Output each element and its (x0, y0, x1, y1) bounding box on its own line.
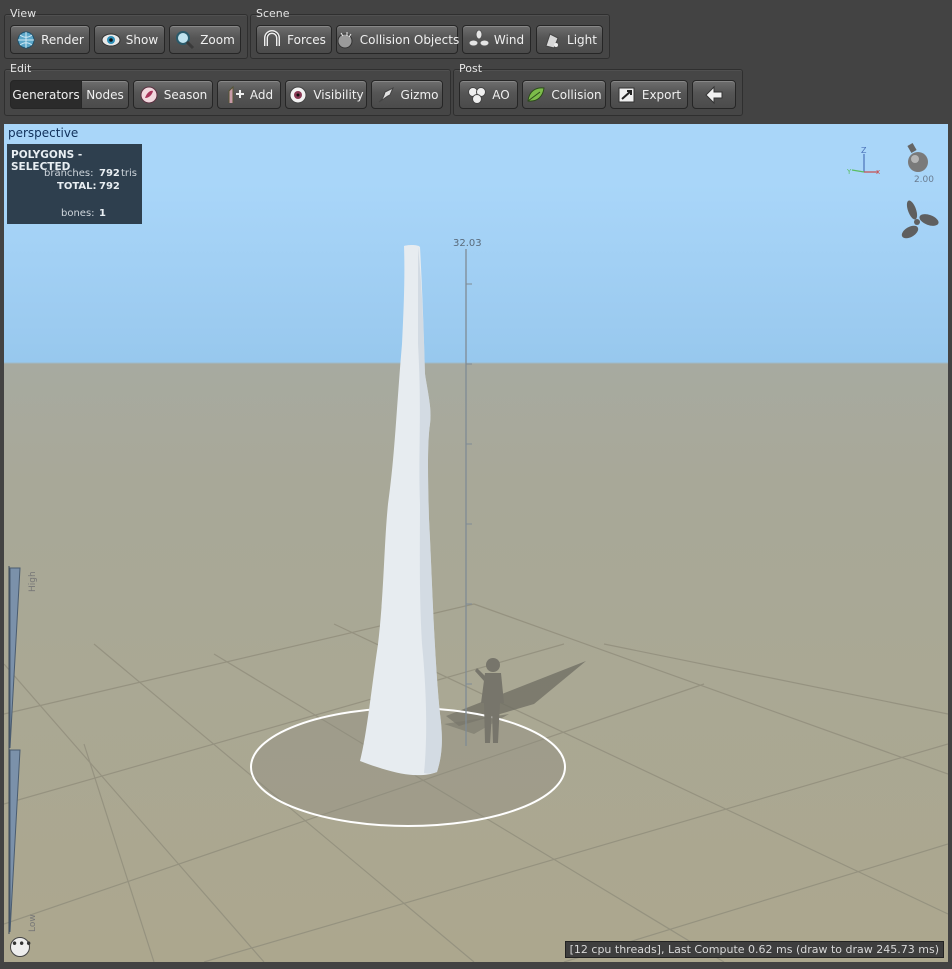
gizmo-icon (376, 85, 396, 105)
add-label: Add (249, 87, 274, 102)
branches-label: branches: (44, 168, 94, 179)
svg-text:x: x (876, 168, 880, 176)
total-label: TOTAL: (57, 181, 97, 192)
scene-canvas: Z x Y (4, 143, 948, 962)
collision-objects-button[interactable]: Collision Objects (335, 25, 460, 54)
back-button[interactable] (692, 80, 736, 109)
ao-label: AO (492, 87, 510, 102)
zoom-label: Zoom (200, 32, 235, 47)
lamp-icon (542, 30, 562, 50)
viewport-menu-button[interactable]: ••• (10, 937, 32, 957)
fan-icon (468, 29, 490, 50)
status-bar: [12 cpu threads], Last Compute 0.62 ms (… (564, 941, 944, 958)
propeller-icon (901, 200, 939, 239)
generators-label: Generators (12, 87, 80, 102)
axis-gizmo-icon: Z x Y (846, 146, 880, 176)
bones-value: 1 (99, 208, 106, 219)
render-label: Render (41, 32, 84, 47)
export-icon (617, 85, 637, 105)
eye-icon (101, 30, 121, 50)
light-button[interactable]: Light (536, 25, 603, 54)
scene-group-title: Scene (256, 7, 290, 20)
forces-label: Forces (287, 32, 326, 47)
magnifier-icon (175, 30, 195, 50)
lod-low-label: Low (28, 914, 38, 932)
add-node-icon (225, 85, 245, 105)
lod-slider[interactable]: High Low (8, 566, 38, 934)
export-label: Export (641, 87, 682, 102)
export-button[interactable]: Export (610, 80, 688, 109)
wind-label: Wind (493, 32, 525, 47)
nodes-tab[interactable]: Nodes (82, 80, 129, 109)
ao-icon (467, 85, 487, 105)
lod-ramp (8, 566, 21, 934)
post-group-title: Post (459, 62, 483, 75)
magnet-icon (262, 29, 282, 50)
total-value: 792 (99, 181, 120, 192)
perspective-viewport[interactable]: Z x Y perspective POLYGONS - SELECTED br… (4, 124, 948, 962)
gizmo-label: Gizmo (400, 87, 439, 102)
branches-value: 792 (99, 168, 120, 179)
globe-icon (16, 30, 36, 50)
light-scale-value: 2.00 (913, 175, 934, 185)
season-icon (139, 85, 159, 105)
season-button[interactable]: Season (133, 80, 213, 109)
nodes-label: Nodes (86, 87, 124, 102)
svg-text:Z: Z (861, 146, 867, 155)
branches-unit: tris (121, 168, 138, 179)
height-marker-label: 32.03 (453, 238, 482, 249)
gizmo-button[interactable]: Gizmo (371, 80, 443, 109)
show-label: Show (125, 32, 159, 47)
lod-high-label: High (28, 571, 38, 592)
zoom-button[interactable]: Zoom (169, 25, 241, 54)
post-group: Post AO Collision Export (453, 62, 743, 116)
show-button[interactable]: Show (94, 25, 165, 54)
visibility-label: Visibility (313, 87, 364, 102)
leaf-icon (526, 85, 546, 105)
generators-tab[interactable]: Generators (10, 80, 82, 109)
wind-button[interactable]: Wind (462, 25, 531, 54)
back-arrow-icon (705, 85, 723, 104)
render-button[interactable]: Render (10, 25, 90, 54)
scene-group: Scene Forces Collision Objects Wind Ligh… (250, 7, 610, 59)
svg-text:Y: Y (846, 168, 852, 176)
season-label: Season (163, 87, 208, 102)
visibility-button[interactable]: Visibility (285, 80, 367, 109)
add-button[interactable]: Add (217, 80, 281, 109)
collision-sphere-icon (335, 30, 355, 50)
collision-button[interactable]: Collision (522, 80, 606, 109)
polygon-stats-panel: POLYGONS - SELECTED branches: 792 tris T… (7, 144, 142, 224)
light-label: Light (567, 32, 597, 47)
collision-objects-label: Collision Objects (359, 32, 460, 47)
edit-group-title: Edit (10, 62, 32, 75)
edit-group: Edit Generators Nodes Season Add Visibil… (4, 62, 451, 116)
bones-label: bones: (61, 208, 95, 219)
collision-label: Collision (551, 87, 602, 102)
light-bulb-icon (907, 143, 928, 172)
ao-button[interactable]: AO (459, 80, 518, 109)
view-group: View Render Show Zoom (4, 7, 248, 59)
viewport-label: perspective (8, 126, 79, 140)
view-group-title: View (10, 7, 37, 20)
visibility-eye-icon (288, 85, 308, 105)
forces-button[interactable]: Forces (256, 25, 332, 54)
